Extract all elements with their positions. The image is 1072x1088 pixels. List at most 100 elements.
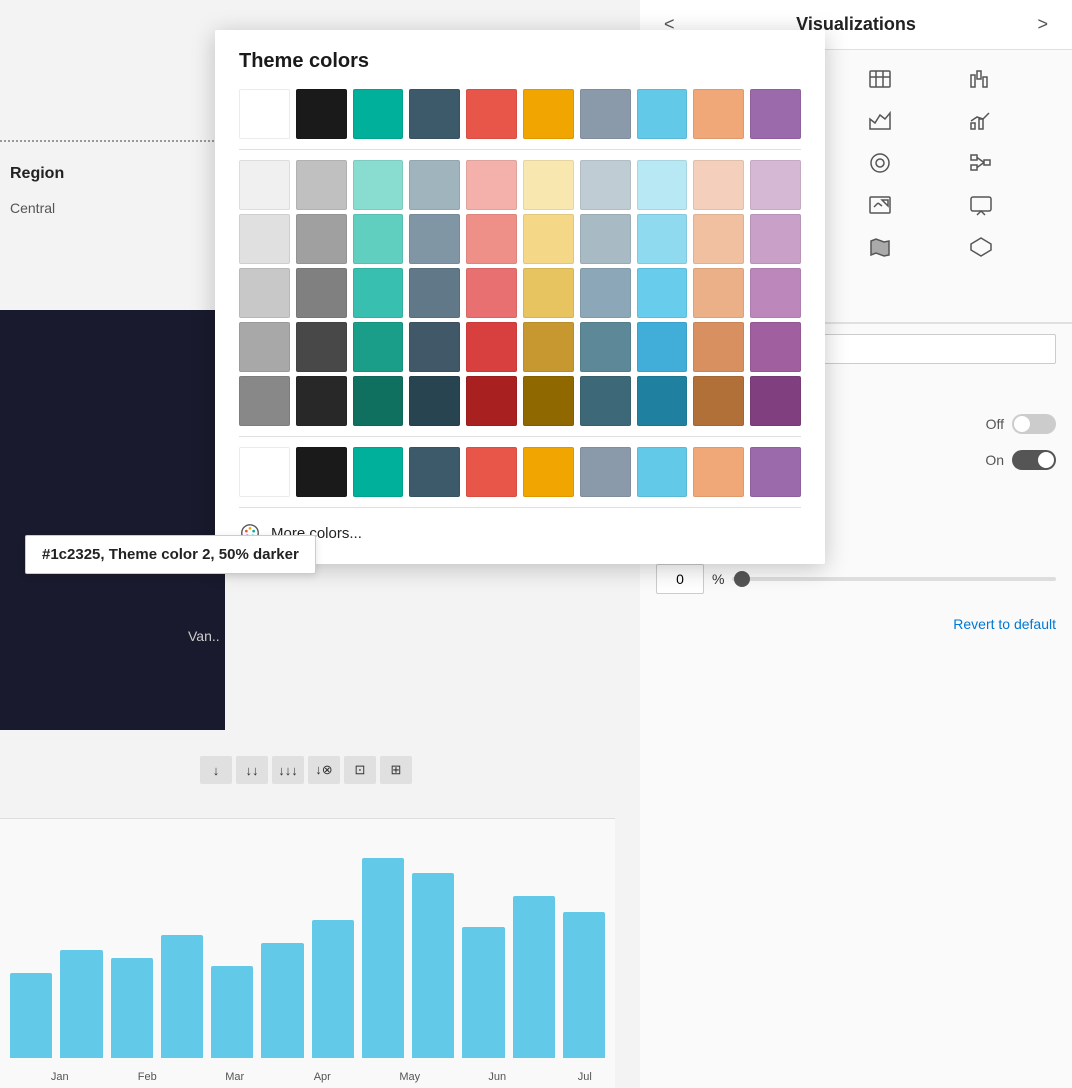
color-swatch-cell[interactable] [523,322,574,372]
color-swatch-cell[interactable] [409,160,460,210]
color-swatch-cell[interactable] [409,89,460,139]
color-swatch-cell[interactable] [409,447,460,497]
color-swatch-cell[interactable] [637,376,688,426]
color-swatch-cell[interactable] [750,376,801,426]
toolbar-btn[interactable]: ↓↓ [236,756,268,784]
viz-icon-decomp[interactable] [959,144,1003,182]
color-swatch-cell[interactable] [466,160,517,210]
color-swatch-cell[interactable] [353,447,404,497]
color-swatch-cell[interactable] [353,376,404,426]
color-swatch-cell[interactable] [296,268,347,318]
color-swatch-cell[interactable] [523,376,574,426]
viz-icon-filled-map[interactable] [858,228,902,266]
toolbar-btn[interactable]: ⊡ [344,756,376,784]
viz-icon-table[interactable] [858,60,902,98]
transparency-slider[interactable] [732,577,1056,581]
color-swatch-cell[interactable] [637,89,688,139]
color-swatch-cell[interactable] [693,376,744,426]
color-swatch-cell[interactable] [523,160,574,210]
color-swatch-cell[interactable] [466,447,517,497]
ou-toggle-label: On [985,452,1004,468]
color-swatch-cell[interactable] [750,268,801,318]
more-colors-row[interactable]: More colors... [239,518,801,548]
color-swatch-cell[interactable] [239,214,290,264]
color-swatch-cell[interactable] [466,268,517,318]
color-swatch-cell[interactable] [580,322,631,372]
color-swatch-cell[interactable] [580,160,631,210]
transparency-pct: % [712,571,724,587]
color-swatch-cell[interactable] [466,89,517,139]
color-swatch-cell[interactable] [409,268,460,318]
color-swatch-cell[interactable] [750,322,801,372]
chart-bar [312,920,354,1058]
color-swatch-cell[interactable] [693,89,744,139]
color-swatch-cell[interactable] [409,322,460,372]
color-swatch-cell[interactable] [353,268,404,318]
color-swatch-cell[interactable] [239,447,290,497]
color-swatch-cell[interactable] [353,160,404,210]
color-swatch-cell[interactable] [353,214,404,264]
ou-toggle[interactable] [1012,450,1056,470]
color-swatch-cell[interactable] [296,214,347,264]
color-swatch-cell[interactable] [296,322,347,372]
color-tooltip: #1c2325, Theme color 2, 50% darker [25,535,316,574]
revert-btn[interactable]: Revert to default [953,616,1056,632]
toolbar-btn[interactable]: ↓↓↓ [272,756,304,784]
color-swatch-cell[interactable] [580,89,631,139]
color-swatch-cell[interactable] [693,322,744,372]
viz-icon-donut[interactable] [858,144,902,182]
color-swatch-cell[interactable] [750,160,801,210]
viz-icon-slash[interactable] [959,228,1003,266]
color-swatch-cell[interactable] [409,214,460,264]
color-swatch-cell[interactable] [580,376,631,426]
color-swatch-cell[interactable] [239,268,290,318]
color-swatch-cell[interactable] [580,214,631,264]
toolbar-btn[interactable]: ↓ [200,756,232,784]
color-swatch-cell[interactable] [693,214,744,264]
color-swatch-cell[interactable] [353,89,404,139]
color-swatch-cell[interactable] [296,376,347,426]
color-swatch-cell[interactable] [637,447,688,497]
color-swatch-cell[interactable] [637,160,688,210]
color-swatch-cell[interactable] [750,89,801,139]
transparency-input[interactable] [656,564,704,594]
picker-title: Theme colors [239,50,801,73]
color-swatch-cell[interactable] [580,447,631,497]
color-swatch-cell[interactable] [750,447,801,497]
color-swatch-cell[interactable] [523,447,574,497]
color-swatch-cell[interactable] [296,89,347,139]
color-swatch-cell[interactable] [296,160,347,210]
color-swatch-cell[interactable] [637,268,688,318]
viz-icon-area[interactable] [858,102,902,140]
color-swatch-cell[interactable] [523,268,574,318]
chart-x-label: May [370,1071,450,1083]
color-swatch-cell[interactable] [580,268,631,318]
off-toggle[interactable] [1012,414,1056,434]
toolbar-btn[interactable]: ↓⊗ [308,756,340,784]
color-swatch-cell[interactable] [466,322,517,372]
color-swatch-cell[interactable] [523,89,574,139]
color-swatch-cell[interactable] [693,160,744,210]
color-swatch-cell[interactable] [239,89,290,139]
color-swatch-cell[interactable] [637,214,688,264]
color-swatch-cell[interactable] [466,376,517,426]
color-swatch-cell[interactable] [239,376,290,426]
viz-icon-chat[interactable] [959,186,1003,224]
viz-icon-combo[interactable] [959,102,1003,140]
color-swatch-cell[interactable] [693,268,744,318]
color-swatch-cell[interactable] [353,322,404,372]
color-swatch-cell[interactable] [693,447,744,497]
viz-next-btn[interactable]: > [1029,10,1056,39]
color-swatch-cell[interactable] [239,322,290,372]
color-swatch-cell[interactable] [637,322,688,372]
color-swatch-cell[interactable] [409,376,460,426]
color-swatch-cell[interactable] [523,214,574,264]
viz-icon-kpi[interactable] [858,186,902,224]
color-swatch-cell[interactable] [239,160,290,210]
toolbar-btn[interactable]: ⊞ [380,756,412,784]
viz-icon-waterfall[interactable] [959,60,1003,98]
color-swatch-cell[interactable] [296,447,347,497]
color-swatch-cell[interactable] [466,214,517,264]
chart-x-label: Jul [545,1071,625,1083]
color-swatch-cell[interactable] [750,214,801,264]
